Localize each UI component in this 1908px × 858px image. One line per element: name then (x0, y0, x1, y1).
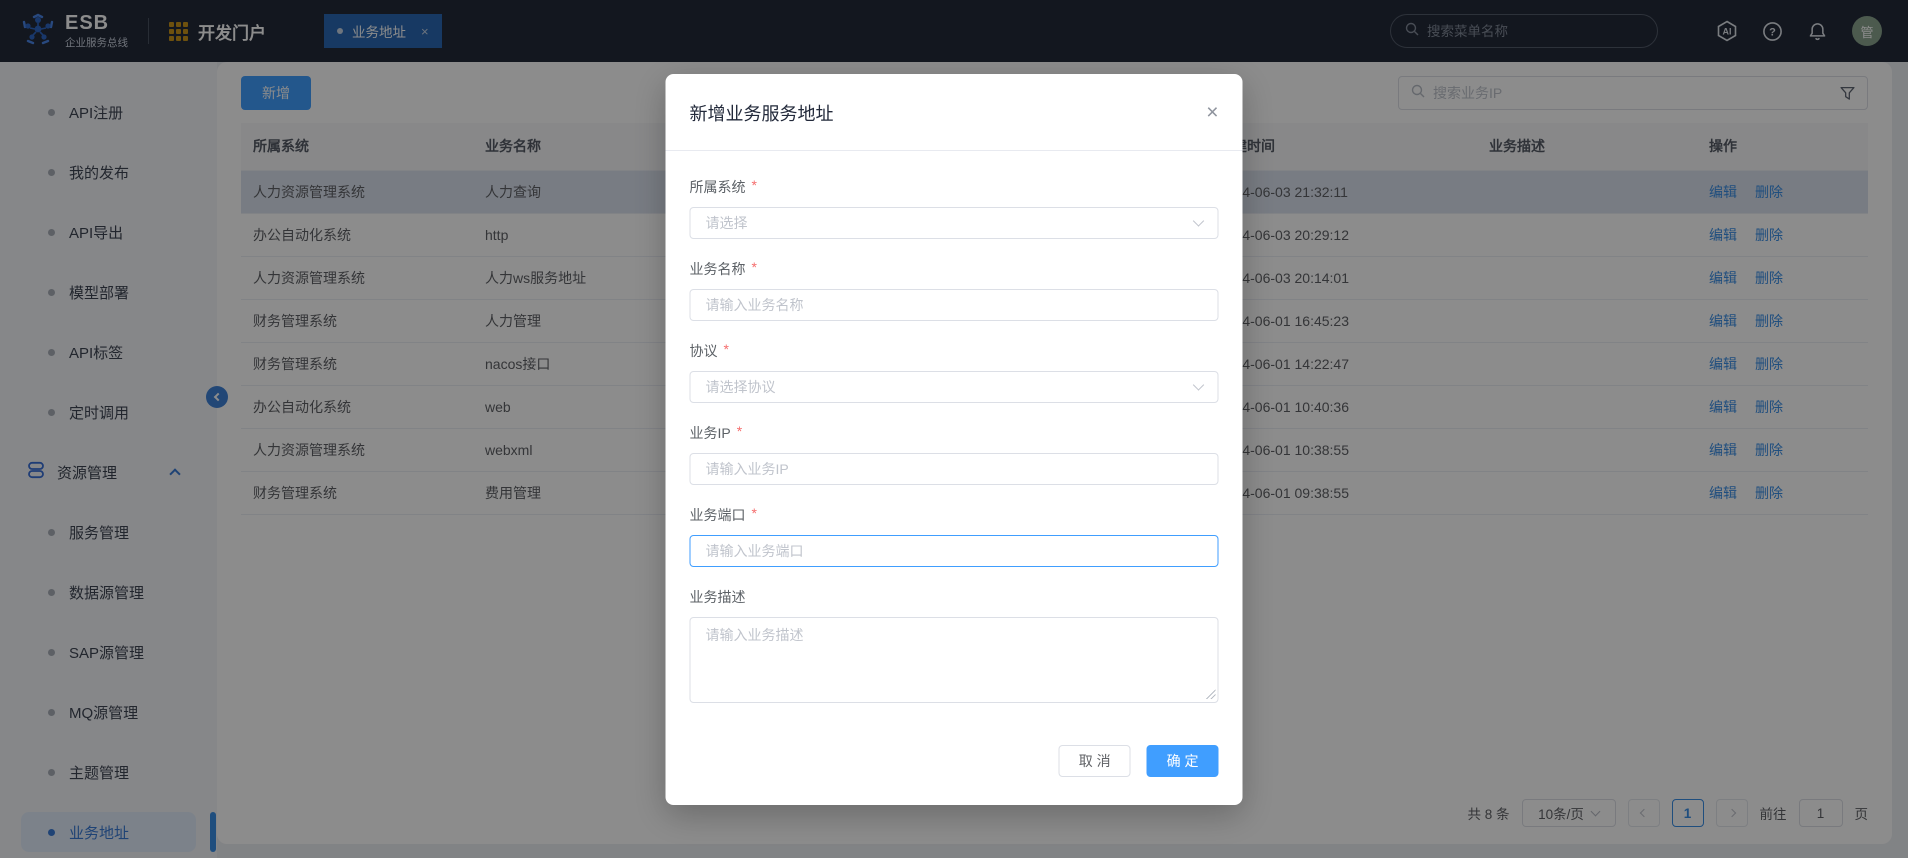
required-mark: * (752, 505, 757, 521)
description-textarea-wrap (690, 617, 1219, 703)
field-label-ip: 业务IP (690, 423, 731, 443)
required-mark: * (724, 341, 729, 357)
chevron-down-icon (1193, 215, 1204, 226)
business-description-textarea[interactable] (690, 617, 1219, 703)
field-label-port: 业务端口 (690, 505, 746, 525)
system-select[interactable]: 请选择 (690, 207, 1219, 239)
business-port-input[interactable] (690, 535, 1219, 567)
field-label-protocol: 协议 (690, 341, 718, 361)
field-label-name: 业务名称 (690, 259, 746, 279)
confirm-button[interactable]: 确 定 (1147, 745, 1219, 777)
required-mark: * (752, 177, 757, 193)
business-name-input[interactable] (690, 289, 1219, 321)
chevron-down-icon (1193, 379, 1204, 390)
field-label-description: 业务描述 (690, 587, 746, 607)
field-label-system: 所属系统 (690, 177, 746, 197)
required-mark: * (752, 259, 757, 275)
required-mark: * (737, 423, 742, 439)
dialog-title: 新增业务服务地址 (690, 100, 834, 126)
business-ip-input[interactable] (690, 453, 1219, 485)
protocol-select[interactable]: 请选择协议 (690, 371, 1219, 403)
close-icon[interactable]: × (1206, 103, 1218, 123)
cancel-button[interactable]: 取 消 (1059, 745, 1131, 777)
add-business-address-dialog: 新增业务服务地址 × 所属系统 * 请选择 业务名称 * 协议 * 请选择协议 业务I… (666, 74, 1243, 805)
